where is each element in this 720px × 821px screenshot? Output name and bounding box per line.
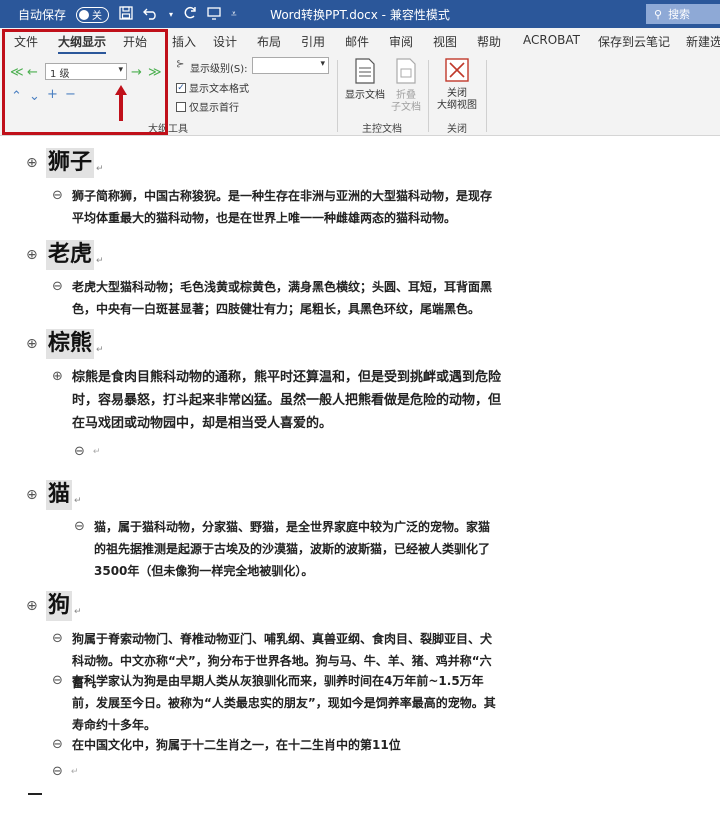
collapse-minus-icon[interactable]: ⊖ (52, 734, 72, 756)
tab-review[interactable]: 审阅 (389, 33, 413, 50)
show-level-icon: ⊱ (176, 59, 185, 70)
outline-body-paragraph[interactable]: ⊖ 狮子简称狮，中国古称狻猊。是一种生存在非洲与亚洲的大型猫科动物，是现存平均体… (52, 185, 502, 229)
heading-text: 狮子 (46, 148, 95, 178)
body-text: 有科学家认为狗是由早期人类从灰狼驯化而来，驯养时间在4万年前~1.5万年前，发展… (72, 674, 496, 732)
outline-heading[interactable]: ⊕ 老虎 ↵ (26, 240, 104, 270)
expand-plus-icon[interactable]: ⊕ (26, 598, 46, 614)
tab-save-cloud[interactable]: 保存到云笔记 (598, 33, 670, 50)
tab-design[interactable]: 设计 (213, 33, 237, 50)
expand-plus-icon[interactable]: ⊕ (26, 155, 46, 171)
document-body: ⊕ 狮子 ↵ ⊖ 狮子简称狮，中国古称狻猊。是一种生存在非洲与亚洲的大型猫科动物… (0, 136, 720, 821)
collapse-subdocuments-label-2: 子文档 (391, 102, 421, 113)
tab-mailings[interactable]: 邮件 (345, 33, 369, 50)
first-line-only-label: 仅显示首行 (189, 103, 239, 114)
outline-body-paragraph[interactable]: ⊕ 棕熊是食肉目熊科动物的通称，熊平时还算温和，但是受到挑衅或遇到危险时，容易暴… (52, 366, 502, 435)
outline-heading[interactable]: ⊕ 狮子 ↵ (26, 148, 104, 178)
group-divider (428, 60, 429, 132)
heading-text: 猫 (46, 480, 73, 510)
search-icon: ⚲ (654, 7, 663, 21)
document-title: Word转换PPT.docx - 兼容性模式 (270, 8, 450, 22)
search-box[interactable]: ⚲ 搜索 (646, 4, 720, 24)
close-outline-label-2: 大纲视图 (437, 100, 477, 111)
tab-references[interactable]: 引用 (301, 33, 325, 50)
group-divider (337, 60, 338, 132)
show-level-text: 显示级别(S): (190, 64, 248, 75)
tab-new-options[interactable]: 新建选项 (686, 33, 720, 50)
tab-help[interactable]: 帮助 (477, 33, 501, 50)
expand-plus-icon[interactable]: ⊕ (26, 247, 46, 263)
end-of-document-marker (28, 793, 42, 795)
close-icon (434, 58, 480, 86)
tab-layout[interactable]: 布局 (257, 33, 281, 50)
first-line-only-checkbox[interactable]: 仅显示首行 (176, 99, 239, 114)
body-text: 老虎大型猫科动物；毛色浅黄或棕黄色，满身黑色横纹；头圆、耳短，耳背面黑色，中央有… (72, 280, 493, 316)
paragraph-mark: ↵ (96, 256, 104, 266)
heading-text: 棕熊 (46, 329, 95, 359)
tab-insert[interactable]: 插入 (172, 33, 196, 50)
paragraph-mark: ↵ (96, 164, 104, 174)
close-group-label: 关闭 (447, 124, 467, 135)
paragraph-mark: ↵ (96, 345, 104, 355)
paragraph-mark: ↵ (70, 766, 79, 777)
outline-body-paragraph[interactable]: ⊖ 有科学家认为狗是由早期人类从灰狼驯化而来，驯养时间在4万年前~1.5万年前，… (52, 670, 502, 736)
show-level-label: 显示级别(S): (190, 60, 248, 75)
body-text: 狮子简称狮，中国古称狻猊。是一种生存在非洲与亚洲的大型猫科动物，是现存平均体重最… (72, 189, 493, 225)
heading-text: 老虎 (46, 240, 95, 270)
master-document-group-label: 主控文档 (362, 124, 402, 135)
show-level-select[interactable]: ▾ (252, 57, 329, 74)
collapse-minus-icon[interactable]: ⊖ (52, 764, 63, 779)
outline-body-paragraph[interactable]: ⊖ 老虎大型猫科动物；毛色浅黄或棕黄色，满身黑色横纹；头圆、耳短，耳背面黑色，中… (52, 276, 502, 320)
outline-heading[interactable]: ⊕ 棕熊 ↵ (26, 329, 104, 359)
empty-paragraph[interactable]: ⊖ ↵ (74, 444, 100, 459)
empty-paragraph[interactable]: ⊖ ↵ (52, 764, 78, 779)
subdocument-icon (390, 58, 422, 88)
expand-plus-icon[interactable]: ⊕ (26, 487, 46, 503)
paragraph-mark: ↵ (74, 496, 82, 506)
outline-heading[interactable]: ⊕ 狗 ↵ (26, 591, 82, 621)
expand-plus-icon[interactable]: ⊕ (26, 336, 46, 352)
body-text: 猫，属于猫科动物，分家猫、野猫，是全世界家庭中较为广泛的宠物。家猫的祖先据推测是… (94, 520, 491, 578)
tab-view[interactable]: 视图 (433, 33, 457, 50)
show-document-button[interactable]: 显示文档 (343, 58, 387, 102)
body-text: 棕熊是食肉目熊科动物的通称，熊平时还算温和，但是受到挑衅或遇到危险时，容易暴怒，… (72, 370, 502, 431)
collapse-minus-icon[interactable]: ⊖ (74, 516, 94, 582)
checkbox-empty-icon (176, 101, 186, 112)
close-outline-label-1: 关闭 (447, 88, 467, 99)
group-divider (486, 60, 487, 132)
collapse-minus-icon[interactable]: ⊖ (74, 444, 85, 459)
paragraph-mark: ↵ (92, 446, 101, 457)
checkbox-checked-icon: ✓ (176, 82, 186, 93)
heading-text: 狗 (46, 591, 73, 621)
collapse-minus-icon[interactable]: ⊖ (52, 670, 72, 736)
outline-body-paragraph[interactable]: ⊖ 猫，属于猫科动物，分家猫、野猫，是全世界家庭中较为广泛的宠物。家猫的祖先据推… (74, 516, 500, 582)
search-label: 搜索 (668, 8, 691, 21)
tab-acrobat[interactable]: ACROBAT (523, 33, 580, 47)
outline-body-paragraph[interactable]: ⊖ 在中国文化中，狗属于十二生肖之一，在十二生肖中的第11位 (52, 734, 502, 756)
highlight-box (2, 29, 168, 135)
close-outline-view-button[interactable]: 关闭 大纲视图 (434, 58, 480, 112)
collapse-subdocuments-button[interactable]: 折叠 子文档 (390, 58, 422, 114)
outline-heading[interactable]: ⊕ 猫 ↵ (26, 480, 82, 510)
show-text-format-label: 显示文本格式 (189, 84, 249, 95)
show-document-label: 显示文档 (345, 90, 385, 101)
document-icon (343, 58, 387, 88)
collapse-minus-icon[interactable]: ⊖ (52, 276, 72, 320)
paragraph-mark: ↵ (74, 607, 82, 617)
red-up-arrow-icon (115, 85, 127, 121)
title-bar: 自动保存 关 ▾ ⩡ Word转换PPT.docx - 兼容性模式 ⚲ 搜索 (0, 0, 720, 28)
body-text: 在中国文化中，狗属于十二生肖之一，在十二生肖中的第11位 (72, 738, 401, 752)
collapse-subdocuments-label-1: 折叠 (396, 90, 416, 101)
expand-plus-icon[interactable]: ⊕ (52, 366, 72, 435)
show-text-format-checkbox[interactable]: ✓ 显示文本格式 (176, 80, 249, 95)
collapse-minus-icon[interactable]: ⊖ (52, 185, 72, 229)
chevron-down-icon: ▾ (320, 59, 325, 69)
